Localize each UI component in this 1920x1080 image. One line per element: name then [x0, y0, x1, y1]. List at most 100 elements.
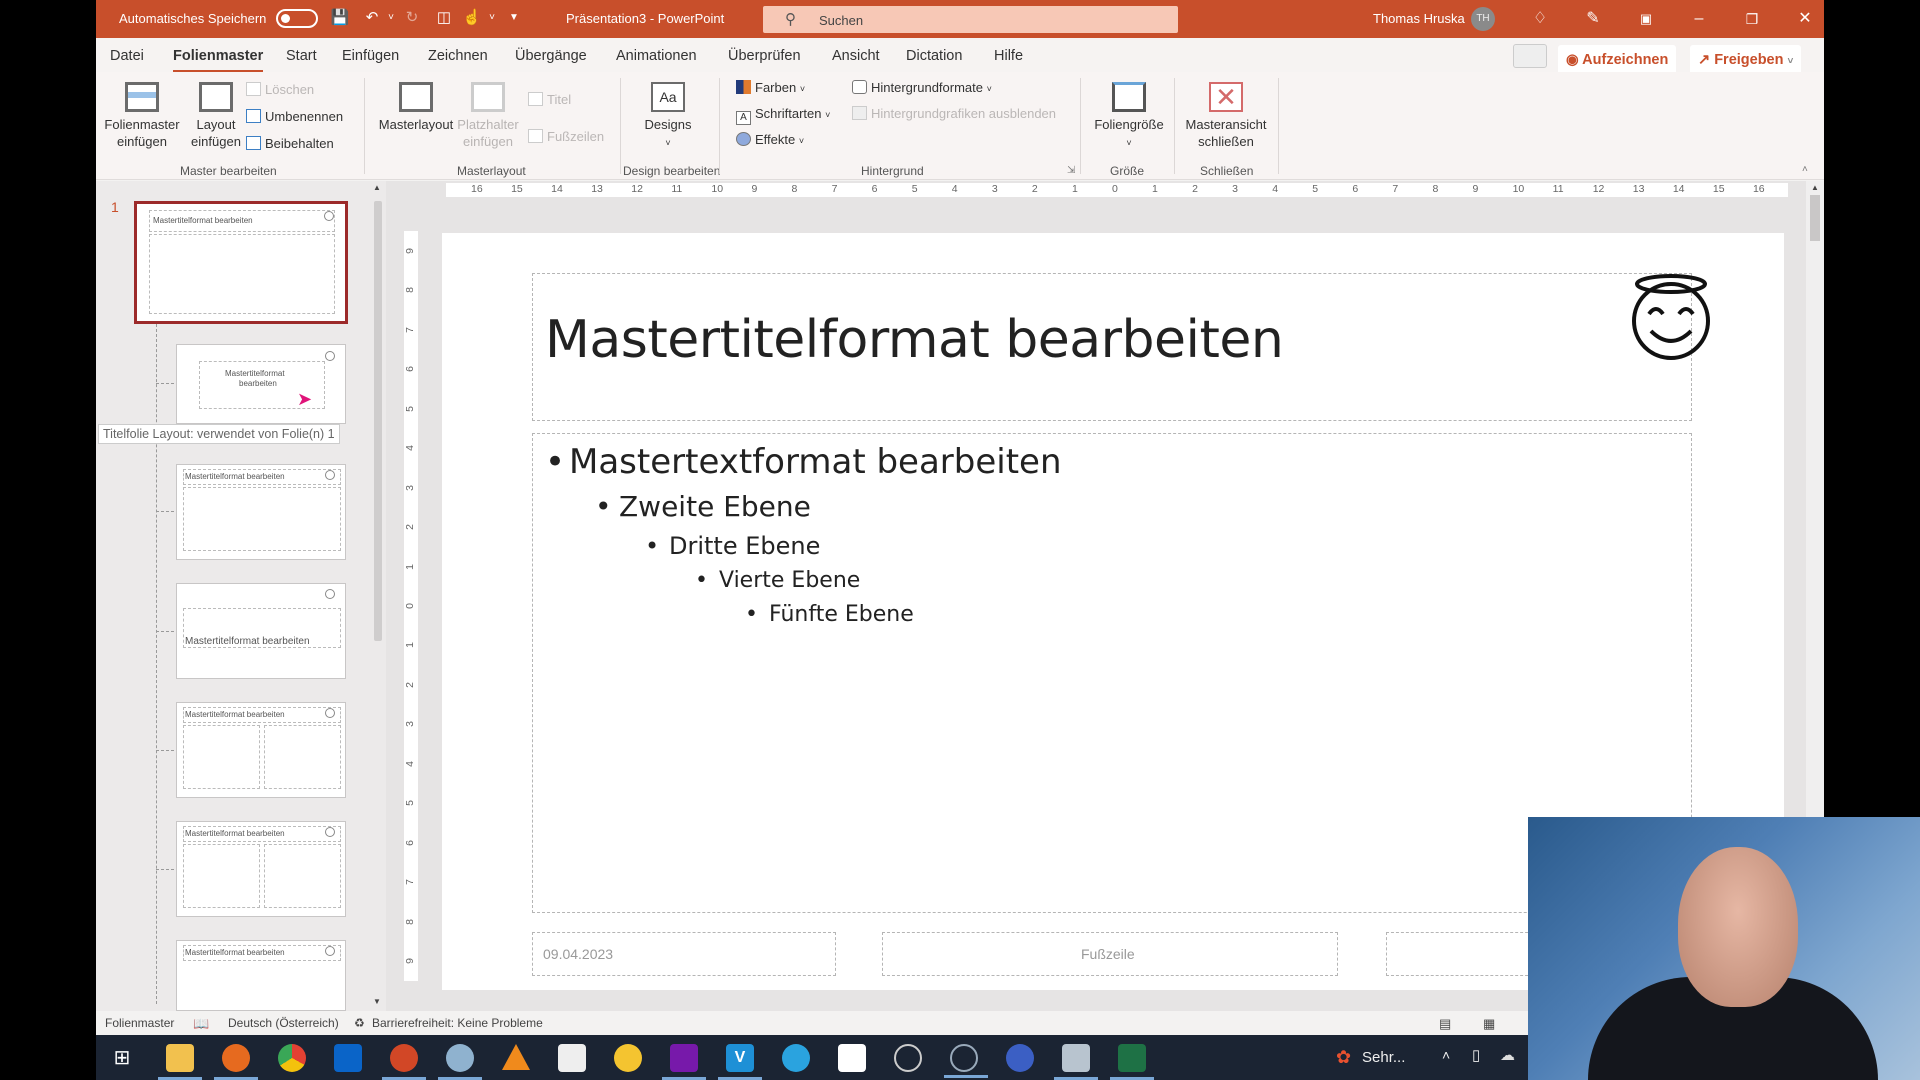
scroll-down-icon[interactable]: ▼ [373, 997, 381, 1006]
level-4-text[interactable]: Vierte Ebene [695, 568, 860, 593]
level-2-text[interactable]: Zweite Ebene [595, 490, 811, 523]
obs-icon[interactable] [894, 1044, 922, 1072]
delete-button[interactable]: Löschen [246, 82, 314, 97]
office-app-icon[interactable] [558, 1044, 586, 1072]
search-box[interactable]: ⚲ Suchen [763, 6, 1178, 33]
telegram-icon[interactable] [782, 1044, 810, 1072]
layout-thumbnail-title[interactable]: Mastertitelformat bearbeiten ➤ [176, 344, 346, 424]
paint-icon[interactable] [438, 1044, 482, 1080]
redo-icon[interactable]: ↻ [402, 8, 422, 28]
layout-thumbnail-comparison[interactable]: Mastertitelformat bearbeiten [176, 821, 346, 917]
undo-dropdown-icon[interactable]: ˅ [381, 8, 401, 28]
layout-thumbnail-two-content[interactable]: Mastertitelformat bearbeiten [176, 702, 346, 798]
normal-view-icon[interactable]: ▤ [1439, 1016, 1451, 1032]
preserve-button[interactable]: Beibehalten [246, 136, 334, 151]
colors-button[interactable]: Farben ˅ [736, 80, 805, 95]
master-slide-thumbnail[interactable]: Mastertitelformat bearbeiten [134, 201, 348, 324]
tab-ansicht[interactable]: Ansicht [832, 48, 880, 64]
tab-folienmaster[interactable]: Folienmaster [173, 48, 264, 73]
dialog-launcher-icon[interactable]: ⇲ [1067, 165, 1075, 176]
weather-text[interactable]: Sehr... [1362, 1049, 1405, 1066]
body-placeholder[interactable]: Mastertextformat bearbeiten Zweite Ebene… [532, 433, 1692, 913]
footer-placeholder[interactable]: Fußzeile [882, 932, 1338, 976]
vlc-icon[interactable] [502, 1044, 530, 1070]
pen-icon[interactable]: ✎ [1582, 8, 1604, 30]
powerpoint-icon[interactable] [382, 1044, 426, 1080]
tab-einfuegen[interactable]: Einfügen [342, 48, 399, 64]
spellcheck-icon[interactable]: 📖 [193, 1016, 209, 1032]
rename-button[interactable]: Umbenennen [246, 109, 343, 124]
tab-animationen[interactable]: Animationen [616, 48, 697, 64]
tab-datei[interactable]: Datei [110, 48, 144, 64]
scrollbar-thumb[interactable] [374, 201, 382, 641]
slide-sorter-icon[interactable]: ▦ [1483, 1016, 1495, 1032]
insert-master-button[interactable]: Folienmaster einfügen [104, 82, 180, 150]
tab-start[interactable]: Start [286, 48, 317, 64]
masterlayout-button[interactable]: Masterlayout [374, 82, 458, 133]
close-master-view-button[interactable]: ✕ Masteransicht schließen [1180, 82, 1272, 150]
comments-button[interactable] [1513, 44, 1547, 68]
elgato-icon[interactable] [1006, 1044, 1034, 1072]
layout-thumbnail-title-content[interactable]: Mastertitelformat bearbeiten [176, 464, 346, 560]
red-app-icon[interactable] [838, 1044, 866, 1072]
insert-placeholder-button[interactable]: Platzhalter einfügen [454, 82, 522, 150]
firefox-icon[interactable] [214, 1044, 258, 1080]
avatar[interactable]: TH [1471, 7, 1495, 31]
autosave-toggle[interactable] [276, 9, 318, 28]
designs-button[interactable]: Aa Designs ˅ [636, 82, 700, 152]
title-placeholder[interactable]: Mastertitelformat bearbeiten [532, 273, 1692, 421]
date-placeholder[interactable]: 09.04.2023 [532, 932, 836, 976]
touch-dropdown-icon[interactable]: ˅ [482, 8, 502, 28]
record-button[interactable]: ◉ Aufzeichnen [1558, 45, 1677, 75]
tab-ueberpruefen[interactable]: Überprüfen [728, 48, 801, 64]
level-3-text[interactable]: Dritte Ebene [645, 532, 820, 560]
layout-thumbnail-section-header[interactable]: Mastertitelformat bearbeiten [176, 583, 346, 679]
chrome-icon[interactable] [278, 1044, 306, 1072]
scrollbar-thumb[interactable] [1810, 195, 1820, 241]
tab-zeichnen[interactable]: Zeichnen [428, 48, 488, 64]
record-app-icon[interactable] [944, 1044, 988, 1078]
restore-icon[interactable]: ❐ [1741, 8, 1763, 30]
fonts-button[interactable]: A Schriftarten ˅ [736, 106, 830, 125]
thumbnail-scrollbar[interactable]: ▲ ▼ [370, 181, 386, 1011]
file-explorer-icon[interactable] [158, 1044, 202, 1080]
customize-qat-icon[interactable]: ▼ [504, 8, 524, 28]
level-5-text[interactable]: Fünfte Ebene [745, 602, 914, 627]
minimize-icon[interactable]: – [1688, 8, 1710, 30]
cloud-icon[interactable]: ☁ [1500, 1046, 1515, 1064]
tablet-app-icon[interactable] [1054, 1044, 1098, 1080]
slide-title[interactable]: Mastertitelformat bearbeiten [545, 310, 1284, 370]
background-formats-button[interactable]: Hintergrundformate ˅ [852, 80, 992, 95]
close-icon[interactable]: ✕ [1794, 8, 1816, 30]
effects-button[interactable]: Effekte ˅ [736, 132, 804, 147]
ribbon-display-icon[interactable]: ▣ [1635, 8, 1657, 30]
tab-hilfe[interactable]: Hilfe [994, 48, 1023, 64]
title-checkbox[interactable]: Titel [528, 92, 571, 107]
slide-size-button[interactable]: Foliengröße ˅ [1090, 82, 1168, 152]
scroll-up-icon[interactable]: ▲ [1811, 183, 1819, 192]
tab-dictation[interactable]: Dictation [906, 48, 962, 64]
footer-checkbox[interactable]: Fußzeilen [528, 129, 604, 144]
tab-uebergaenge[interactable]: Übergänge [515, 48, 587, 64]
tray-expand-icon[interactable]: ˄ [1442, 1047, 1450, 1063]
windows-start-icon[interactable]: ⊞ [108, 1044, 136, 1072]
language[interactable]: Deutsch (Österreich) [228, 1016, 339, 1030]
share-button[interactable]: ↗ Freigeben ˅ [1690, 45, 1802, 75]
save-icon[interactable]: 💾 [330, 8, 350, 28]
scroll-up-icon[interactable]: ▲ [373, 183, 381, 192]
tray-device-icon[interactable]: ▯ [1472, 1046, 1480, 1064]
diamond-icon[interactable]: ♢ [1529, 8, 1551, 30]
layout-thumbnail-title-only[interactable]: Mastertitelformat bearbeiten [176, 940, 346, 1011]
collapse-ribbon-icon[interactable]: ˄ [1802, 164, 1808, 175]
insert-layout-button[interactable]: Layout einfügen [186, 82, 246, 150]
present-icon[interactable]: ◫ [434, 8, 454, 28]
outlook-icon[interactable] [334, 1044, 362, 1072]
onenote-icon[interactable] [662, 1044, 706, 1080]
smiling-face-with-halo-icon[interactable] [1625, 271, 1717, 363]
lightbulb-app-icon[interactable] [614, 1044, 642, 1072]
v-app-icon[interactable]: V [718, 1044, 762, 1080]
hide-background-graphics-checkbox[interactable]: Hintergrundgrafiken ausblenden [852, 106, 1056, 121]
touch-mode-icon[interactable]: ☝ [462, 8, 482, 28]
excel-icon[interactable] [1110, 1044, 1154, 1080]
level-1-text[interactable]: Mastertextformat bearbeiten [545, 442, 1062, 482]
